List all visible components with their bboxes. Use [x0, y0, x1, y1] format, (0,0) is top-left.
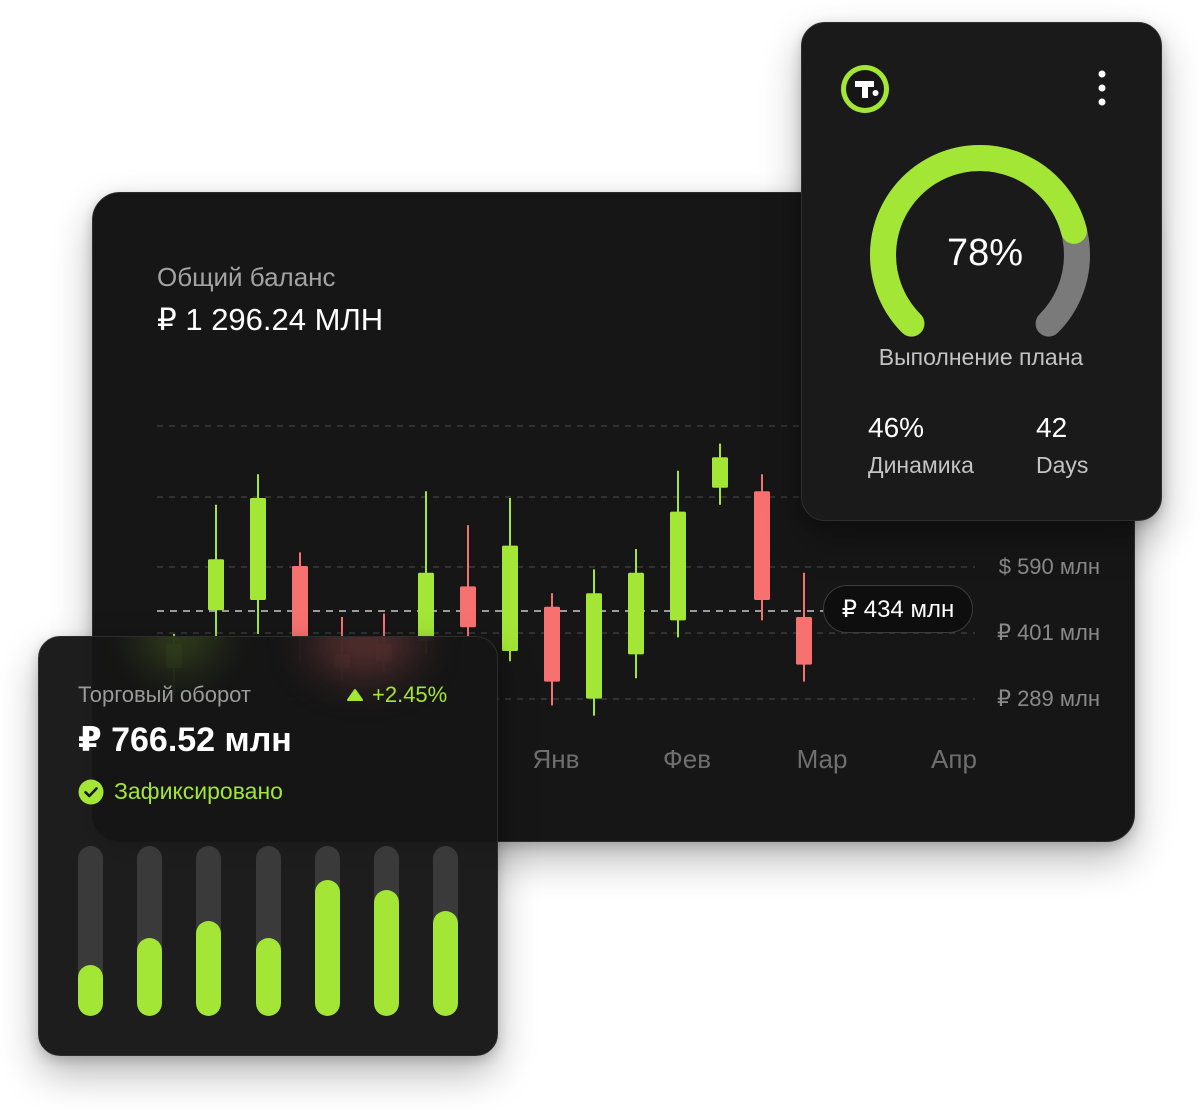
dynamics-label: Динамика — [868, 452, 974, 478]
balance-label: Общий баланс — [157, 262, 336, 292]
dynamics-value: 46% — [868, 412, 925, 443]
x-tick-label: Фев — [662, 744, 712, 774]
red-glow — [309, 637, 419, 677]
turnover-bar — [315, 846, 340, 1016]
turnover-value: ₽ 766.52 млн — [78, 721, 292, 759]
turnover-bar-fill — [137, 937, 162, 1016]
turnover-bar-fill — [196, 920, 221, 1016]
turnover-bar-fill — [374, 890, 399, 1016]
y-tick-label: ₽ 289 млн — [996, 686, 1100, 711]
turnover-label: Торговый оборот — [78, 682, 252, 707]
turnover-bar-fill — [315, 880, 340, 1016]
turnover-change-value: +2.45% — [372, 682, 448, 707]
current-price-marker[interactable]: ₽ 434 млн — [823, 585, 973, 633]
tinkoff-logo-icon — [841, 65, 889, 113]
turnover-bar — [137, 846, 162, 1016]
turnover-bar-fill — [78, 965, 103, 1016]
x-tick-label: Янв — [532, 744, 580, 774]
y-tick-label: $ 590 млн — [998, 554, 1100, 579]
x-tick-label: Апр — [931, 744, 977, 774]
turnover-status-text: Зафиксировано — [114, 778, 283, 804]
days-label: Days — [1036, 452, 1089, 478]
turnover-bar — [374, 846, 399, 1016]
balance-value: ₽ 1 296.24 МЛН — [157, 302, 384, 337]
x-tick-label: Мар — [796, 744, 848, 774]
turnover-bar — [433, 846, 458, 1016]
turnover-bar — [196, 846, 221, 1016]
more-vertical-icon[interactable] — [1090, 68, 1114, 108]
triangle-up-icon — [347, 689, 363, 701]
check-circle-icon — [78, 779, 104, 804]
gauge-percent: 78% — [946, 232, 1024, 274]
turnover-change: +2.45% — [346, 682, 447, 708]
gauge-label: Выполнение плана — [878, 344, 1084, 370]
turnover-status: Зафиксировано — [78, 778, 283, 805]
y-tick-label: ₽ 401 млн — [996, 620, 1100, 645]
turnover-bar — [78, 846, 103, 1016]
turnover-bar — [256, 846, 281, 1016]
turnover-bar-fill — [256, 937, 281, 1016]
turnover-bar-fill — [433, 910, 458, 1016]
green-glow — [139, 637, 219, 667]
days-value: 42 — [1036, 412, 1068, 443]
